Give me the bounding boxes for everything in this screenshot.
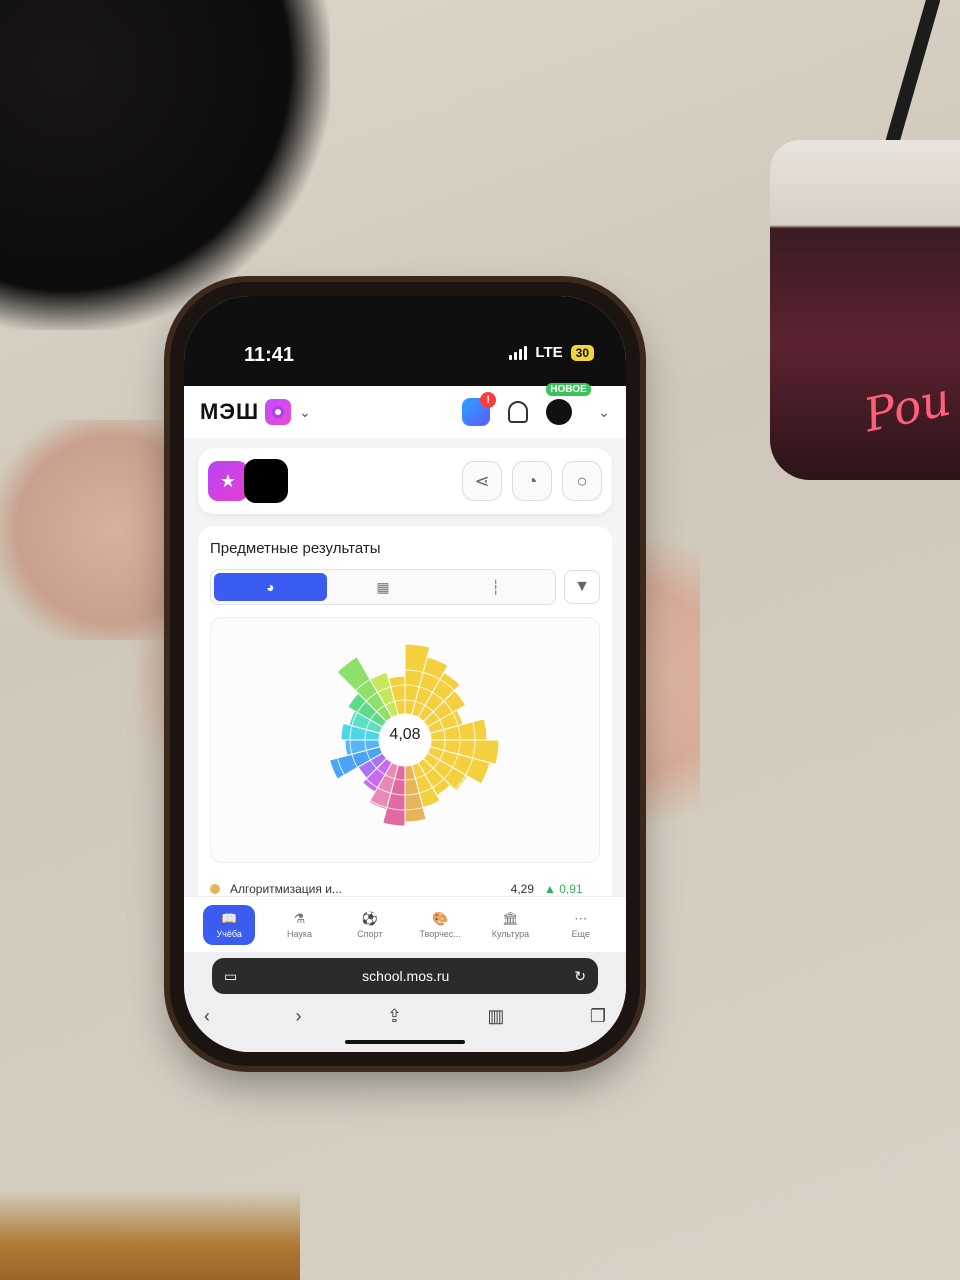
brand-name[interactable]: МЭШ bbox=[200, 399, 259, 425]
share-sheet-icon[interactable]: ⇪ bbox=[387, 1006, 402, 1027]
tab-museum[interactable]: 🏛 Культура bbox=[484, 911, 536, 939]
browser-chrome: ▭ school.mos.ru ↻ ‹ › ⇪ ▥ ❐ bbox=[184, 952, 626, 1052]
view-pie-tab[interactable]: ◕ bbox=[214, 573, 327, 601]
share-button[interactable]: ⋖ bbox=[462, 461, 502, 501]
school-logo-icon: ★ bbox=[208, 461, 248, 501]
view-bars-tab[interactable]: ┆ bbox=[439, 573, 552, 601]
battery-icon: 30 bbox=[570, 344, 594, 361]
section-title: Предметные результаты bbox=[210, 540, 381, 557]
subject-color-dot bbox=[210, 884, 220, 894]
view-grid-tab[interactable]: ▦ bbox=[327, 573, 440, 601]
chart-center-value: 4,08 bbox=[389, 726, 421, 743]
notification-badge: ! bbox=[480, 392, 497, 408]
avatar[interactable] bbox=[546, 399, 573, 425]
view-switcher-row: ◕ ▦ ┆ ▼ bbox=[210, 569, 600, 605]
tab-more[interactable]: ⋯ Еще bbox=[555, 911, 607, 939]
palette-icon: 🎨 bbox=[432, 910, 449, 926]
url-text: school.mos.ru bbox=[362, 968, 450, 984]
tab-label: Наука bbox=[286, 928, 312, 939]
subject-delta: ▲ 0,91 bbox=[544, 882, 583, 896]
bottom-tab-bar: 📖 Учёба ⚗ Наука ⚽ Спорт 🎨 Творчес... 🏛 Культура ⋯ Е… bbox=[184, 896, 626, 952]
backdrop-floor bbox=[0, 1190, 300, 1280]
tab-label: Спорт bbox=[357, 928, 383, 939]
tab-label: Культура bbox=[491, 928, 530, 939]
app-header: МЭШ ⌄ ! НОВОЕ ⌄ bbox=[184, 383, 626, 438]
tab-label: Еще bbox=[571, 928, 590, 939]
phone-screen: 11:41 LTE 30 МЭШ ⌄ ! НОВОЕ ⌄ ★ ⋖ ◔ ○ Пре… bbox=[184, 296, 626, 1052]
flask-icon: ⚗ bbox=[293, 910, 306, 926]
palette-icon: ◔ bbox=[526, 470, 538, 491]
view-switcher: ◕ ▦ ┆ bbox=[210, 569, 556, 605]
filter-icon: ▼ bbox=[574, 578, 590, 595]
more-icon: ⋯ bbox=[574, 910, 588, 926]
network-label: LTE bbox=[535, 344, 563, 361]
status-time: 11:41 bbox=[244, 344, 295, 366]
tab-flask[interactable]: ⚗ Наука bbox=[273, 911, 325, 939]
theme-button[interactable]: ◔ bbox=[512, 461, 552, 501]
search-button[interactable]: ○ bbox=[562, 461, 602, 501]
home-indicator bbox=[345, 1040, 465, 1044]
brand-logo-icon[interactable] bbox=[265, 399, 292, 425]
tab-label: Учёба bbox=[216, 928, 242, 939]
tabs-overview-icon[interactable]: ▭ bbox=[224, 968, 237, 985]
chart-container: 4,08 bbox=[210, 617, 600, 863]
notification-app-icon[interactable]: ! bbox=[462, 392, 497, 426]
book-icon: 📖 bbox=[221, 910, 238, 926]
bell-icon[interactable] bbox=[508, 401, 529, 423]
card-actions: ⋖ ◔ ○ bbox=[462, 461, 602, 501]
tabs-icon[interactable]: ❐ bbox=[590, 1006, 606, 1027]
school-card: ★ ⋖ ◔ ○ bbox=[198, 448, 612, 514]
forward-icon[interactable]: › bbox=[295, 1006, 301, 1027]
url-bar[interactable]: ▭ school.mos.ru ↻ bbox=[212, 958, 598, 994]
pie-chart-icon: ◕ bbox=[266, 579, 275, 595]
profile-menu[interactable]: НОВОЕ bbox=[546, 383, 591, 425]
subject-name: Алгоритмизация и... bbox=[230, 882, 342, 896]
bar-chart-icon: ┆ bbox=[491, 578, 500, 595]
filter-button[interactable]: ▼ bbox=[564, 570, 600, 604]
tab-palette[interactable]: 🎨 Творчес... bbox=[414, 911, 466, 939]
signal-icon bbox=[509, 345, 528, 360]
subject-results-section: Предметные результаты ◕ ▦ ┆ ▼ 4,08 Алгор… bbox=[198, 526, 612, 956]
status-right: LTE 30 bbox=[509, 344, 594, 361]
header-actions: ! НОВОЕ ⌄ bbox=[462, 383, 610, 426]
tab-label: Творчес... bbox=[419, 928, 461, 939]
backdrop-sleeve bbox=[0, 0, 330, 330]
grid-icon: ▦ bbox=[376, 578, 390, 595]
share-icon: ⋖ bbox=[474, 470, 490, 491]
phone: 11:41 LTE 30 МЭШ ⌄ ! НОВОЕ ⌄ ★ ⋖ ◔ ○ Пре… bbox=[170, 282, 640, 1066]
museum-icon: 🏛 bbox=[502, 910, 519, 926]
bookmarks-icon[interactable]: ▥ bbox=[487, 1006, 504, 1027]
tab-ball[interactable]: ⚽ Спорт bbox=[344, 911, 396, 939]
search-icon: ○ bbox=[576, 470, 588, 491]
status-bar: 11:41 LTE 30 bbox=[184, 296, 626, 386]
reload-icon[interactable]: ↻ bbox=[574, 968, 586, 985]
tab-book[interactable]: 📖 Учёба bbox=[203, 904, 256, 945]
browser-nav: ‹ › ⇪ ▥ ❐ bbox=[204, 1006, 606, 1027]
profile-chevron-icon[interactable]: ⌄ bbox=[598, 404, 610, 421]
subject-score: 4,29 bbox=[510, 882, 534, 896]
redacted-block bbox=[244, 459, 288, 503]
ball-icon: ⚽ bbox=[361, 910, 378, 926]
new-badge: НОВОЕ bbox=[546, 383, 591, 396]
chevron-down-icon[interactable]: ⌄ bbox=[299, 404, 311, 421]
back-icon[interactable]: ‹ bbox=[204, 1006, 210, 1027]
